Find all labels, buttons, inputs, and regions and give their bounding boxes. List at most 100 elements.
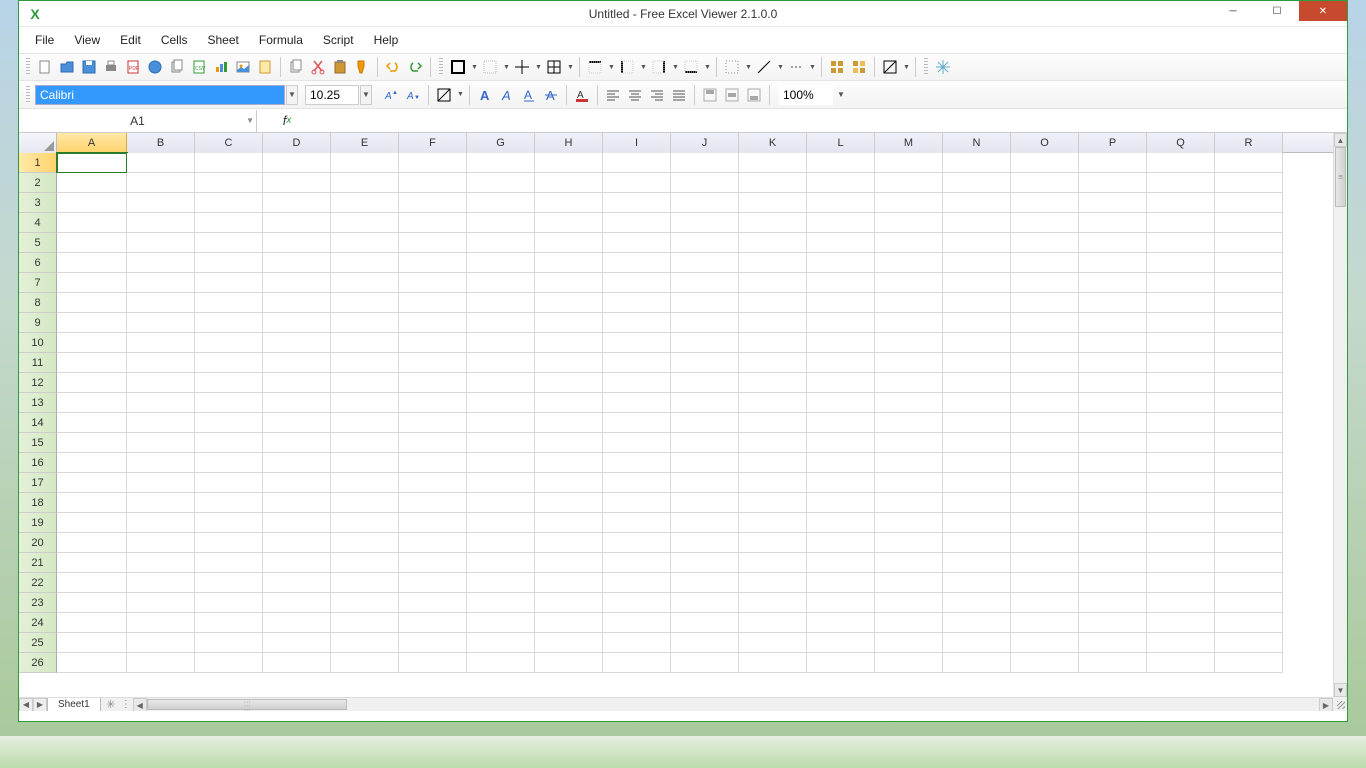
cell[interactable] (739, 433, 807, 453)
cell[interactable] (875, 153, 943, 173)
column-header[interactable]: H (535, 133, 603, 153)
cell[interactable] (57, 393, 127, 413)
menu-help[interactable]: Help (364, 29, 409, 51)
cell[interactable] (127, 653, 195, 673)
cell[interactable] (1147, 593, 1215, 613)
cell[interactable] (57, 273, 127, 293)
row-header[interactable]: 14 (19, 413, 57, 433)
dropdown-arrow-icon[interactable]: ▼ (672, 64, 679, 71)
column-header[interactable]: A (57, 133, 127, 153)
cell[interactable] (1215, 153, 1283, 173)
cell[interactable] (1215, 173, 1283, 193)
cell[interactable] (807, 293, 875, 313)
cell[interactable] (671, 493, 739, 513)
cell[interactable] (739, 393, 807, 413)
border-dots2-icon[interactable] (786, 57, 806, 77)
cell[interactable] (535, 593, 603, 613)
cell[interactable] (535, 273, 603, 293)
row-header[interactable]: 15 (19, 433, 57, 453)
cell[interactable] (57, 373, 127, 393)
cell[interactable] (1147, 433, 1215, 453)
vertical-scrollbar[interactable]: ▲ ▼ (1333, 133, 1347, 697)
cell[interactable] (467, 633, 535, 653)
cell[interactable] (535, 373, 603, 393)
cell[interactable] (1215, 253, 1283, 273)
cell[interactable] (127, 413, 195, 433)
border-dotted-icon[interactable] (722, 57, 742, 77)
cell[interactable] (807, 213, 875, 233)
cell[interactable] (57, 193, 127, 213)
resize-grip-icon[interactable] (1333, 697, 1347, 711)
cell[interactable] (1011, 153, 1079, 173)
cell[interactable] (399, 413, 467, 433)
cell[interactable] (1079, 493, 1147, 513)
cell[interactable] (127, 373, 195, 393)
cell[interactable] (399, 293, 467, 313)
column-header[interactable]: J (671, 133, 739, 153)
cell[interactable] (263, 253, 331, 273)
cell[interactable] (195, 173, 263, 193)
select-all-corner[interactable] (19, 133, 57, 153)
row-header[interactable]: 16 (19, 453, 57, 473)
menu-sheet[interactable]: Sheet (198, 29, 249, 51)
cell[interactable] (195, 153, 263, 173)
font-combo[interactable]: Calibri▼ (35, 85, 285, 105)
new-icon[interactable] (35, 57, 55, 77)
cell[interactable] (1147, 253, 1215, 273)
cell[interactable] (467, 213, 535, 233)
align-left-icon[interactable] (603, 85, 623, 105)
sheet-nav-next-icon[interactable]: ▶ (33, 698, 47, 712)
cell[interactable] (875, 573, 943, 593)
cell[interactable] (739, 613, 807, 633)
cell[interactable] (331, 253, 399, 273)
cell[interactable] (1147, 413, 1215, 433)
row-header[interactable]: 21 (19, 553, 57, 573)
cell[interactable] (875, 313, 943, 333)
toolbar-grip[interactable] (26, 58, 30, 76)
cell[interactable] (331, 493, 399, 513)
cell[interactable] (1011, 353, 1079, 373)
row-header[interactable]: 25 (19, 633, 57, 653)
cell[interactable] (195, 473, 263, 493)
cell[interactable] (195, 533, 263, 553)
cell[interactable] (603, 533, 671, 553)
cell[interactable] (127, 453, 195, 473)
cell[interactable] (1147, 653, 1215, 673)
cell[interactable] (331, 333, 399, 353)
dropdown-arrow-icon[interactable]: ▼ (745, 64, 752, 71)
cell[interactable] (943, 213, 1011, 233)
cell[interactable] (57, 593, 127, 613)
cell[interactable] (1079, 213, 1147, 233)
cell[interactable] (1147, 353, 1215, 373)
cell[interactable] (263, 193, 331, 213)
cell[interactable] (467, 273, 535, 293)
menu-script[interactable]: Script (313, 29, 364, 51)
cell[interactable] (943, 153, 1011, 173)
cell[interactable] (739, 533, 807, 553)
cell[interactable] (535, 613, 603, 633)
cell[interactable] (467, 153, 535, 173)
cell[interactable] (671, 193, 739, 213)
cell[interactable] (1011, 593, 1079, 613)
cell[interactable] (1215, 353, 1283, 373)
cell[interactable] (399, 493, 467, 513)
cell[interactable] (331, 273, 399, 293)
cell[interactable] (943, 453, 1011, 473)
cell[interactable] (331, 393, 399, 413)
cell[interactable] (807, 513, 875, 533)
cell[interactable] (1079, 333, 1147, 353)
cell[interactable] (195, 273, 263, 293)
cell[interactable] (807, 473, 875, 493)
cell[interactable] (807, 233, 875, 253)
cell[interactable] (1011, 453, 1079, 473)
cell[interactable] (807, 193, 875, 213)
cell[interactable] (57, 153, 127, 173)
font-color-icon[interactable]: A (572, 85, 592, 105)
cell[interactable] (1215, 213, 1283, 233)
cell[interactable] (875, 353, 943, 373)
sheet-nav-prev-icon[interactable]: ◀ (19, 698, 33, 712)
row-header[interactable]: 20 (19, 533, 57, 553)
row-header[interactable]: 6 (19, 253, 57, 273)
cell[interactable] (1147, 513, 1215, 533)
cell[interactable] (535, 313, 603, 333)
